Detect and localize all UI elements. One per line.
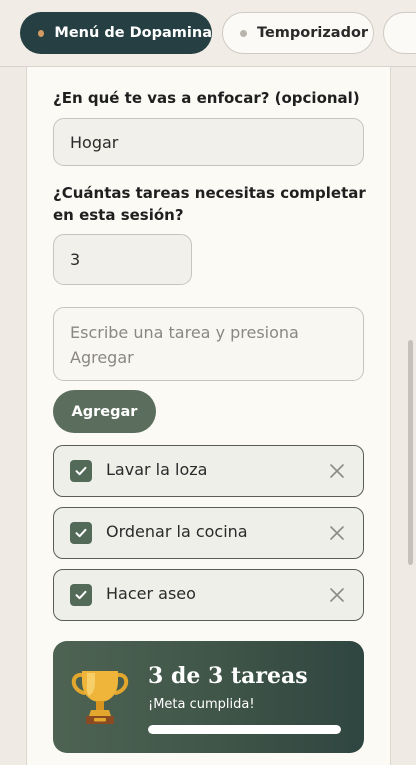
tab-menu-dopamina[interactable]: Menú de Dopamina <box>20 12 212 54</box>
progress-title: 3 de 3 tareas <box>148 663 308 689</box>
tab-bar: Menú de Dopamina Temporizador <box>0 0 416 67</box>
task-item: Lavar la loza <box>53 445 364 497</box>
close-icon[interactable] <box>329 463 345 479</box>
task-item: Ordenar la cocina <box>53 507 364 559</box>
placeholder-line2: Agregar <box>70 348 134 367</box>
task-item: Hacer aseo <box>53 569 364 621</box>
tab-temporizador[interactable]: Temporizador <box>222 12 374 54</box>
trophy-icon <box>71 671 129 724</box>
progress-subtitle: ¡Meta cumplida! <box>148 697 255 712</box>
task-count-input[interactable]: 3 <box>53 234 192 285</box>
goal-progress-card: 3 de 3 tareas ¡Meta cumplida! <box>53 641 364 753</box>
check-icon <box>75 590 87 600</box>
active-dot <box>38 29 45 37</box>
tab-label: Temporizador <box>257 25 369 41</box>
inactive-dot <box>240 29 247 37</box>
check-icon <box>75 528 87 538</box>
task-checkbox[interactable] <box>70 584 92 606</box>
task-label: Hacer aseo <box>106 584 196 603</box>
scrollbar[interactable] <box>408 340 413 565</box>
close-icon[interactable] <box>329 525 345 541</box>
task-label: Lavar la loza <box>106 460 208 479</box>
placeholder-line1: Escribe una tarea y presiona <box>70 323 299 342</box>
focus-label: ¿En qué te vas a enfocar? (opcional) <box>53 89 360 107</box>
tab-overflow[interactable] <box>383 12 416 54</box>
progress-bar-fill <box>148 725 341 734</box>
tab-label: Menú de Dopamina <box>54 25 212 41</box>
new-task-input[interactable]: Escribe una tarea y presiona Agregar <box>53 307 364 381</box>
close-icon[interactable] <box>329 587 345 603</box>
count-label: ¿Cuántas tareas necesitas completar en e… <box>53 182 366 226</box>
session-panel: ¿En qué te vas a enfocar? (opcional) Hog… <box>26 67 391 765</box>
progress-bar <box>148 725 341 734</box>
count-label-line1: ¿Cuántas tareas necesitas completar <box>53 184 366 202</box>
focus-input[interactable]: Hogar <box>53 118 364 166</box>
check-icon <box>75 466 87 476</box>
add-task-button[interactable]: Agregar <box>53 390 156 433</box>
task-checkbox[interactable] <box>70 522 92 544</box>
task-label: Ordenar la cocina <box>106 522 248 541</box>
count-label-line2: en esta sesión? <box>53 206 184 224</box>
task-checkbox[interactable] <box>70 460 92 482</box>
